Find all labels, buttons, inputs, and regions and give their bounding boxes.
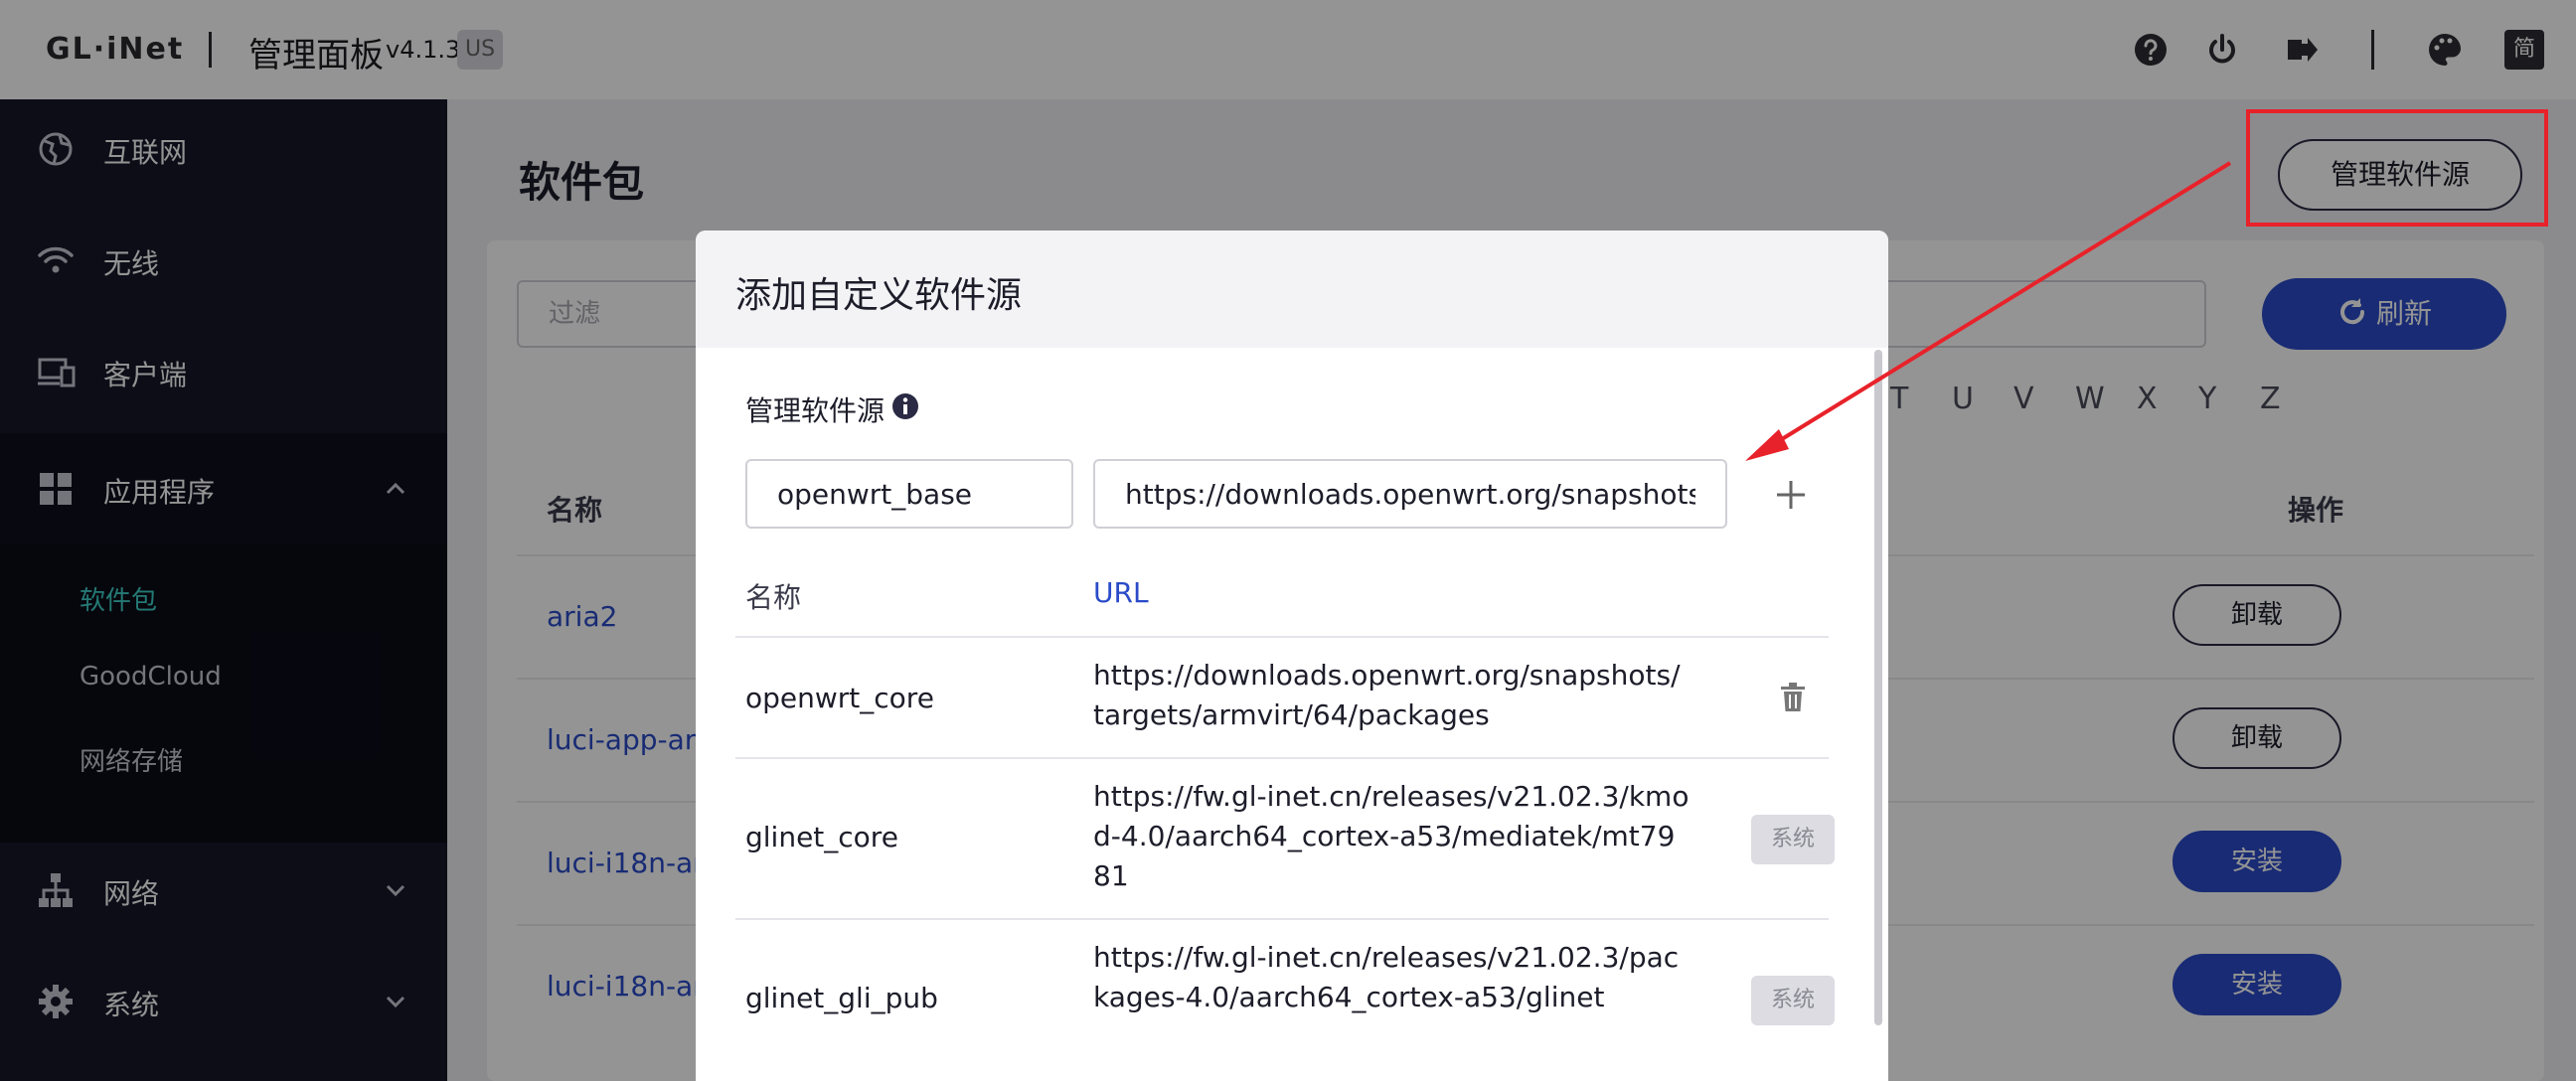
trash-icon[interactable]: [1775, 680, 1811, 715]
app-root: GL·iNet 管理面板 v4.1.3 US 简 互联网 无线 客户端 应用程序…: [0, 0, 2576, 1081]
source-url: https://fw.gl-inet.cn/releases/v21.02.3/…: [1093, 780, 1690, 892]
dialog-header: 添加自定义软件源: [696, 231, 1888, 348]
dialog-scrollbar[interactable]: [1874, 350, 1882, 1025]
system-badge: 系统: [1751, 815, 1835, 864]
source-name: glinet_gli_pub: [745, 982, 938, 1014]
source-row: glinet_gli_pub https://fw.gl-inet.cn/rel…: [735, 918, 1835, 1081]
dialog-title: 添加自定义软件源: [735, 275, 1023, 316]
add-source-plus-icon[interactable]: [1769, 473, 1813, 517]
source-url: https://downloads.openwrt.org/snapshots/…: [1093, 659, 1681, 731]
source-name-input[interactable]: [745, 459, 1073, 529]
source-name: openwrt_core: [745, 682, 934, 714]
system-badge: 系统: [1751, 976, 1835, 1025]
source-name: glinet_core: [745, 821, 898, 853]
source-row: glinet_core https://fw.gl-inet.cn/releas…: [735, 757, 1835, 920]
source-url-input[interactable]: [1093, 459, 1727, 529]
source-url: https://fw.gl-inet.cn/releases/v21.02.3/…: [1093, 941, 1680, 1013]
sources-column-url: URL: [1093, 576, 1149, 609]
info-icon[interactable]: [890, 391, 920, 421]
add-custom-source-dialog: 添加自定义软件源 管理软件源 名称 URL openwrt_core https…: [696, 231, 1888, 1081]
source-row: openwrt_core https://downloads.openwrt.o…: [735, 636, 1829, 759]
sources-column-name: 名称: [745, 581, 802, 614]
sources-section-label: 管理软件源: [745, 394, 886, 427]
annotation-highlight-box: [2246, 109, 2548, 227]
